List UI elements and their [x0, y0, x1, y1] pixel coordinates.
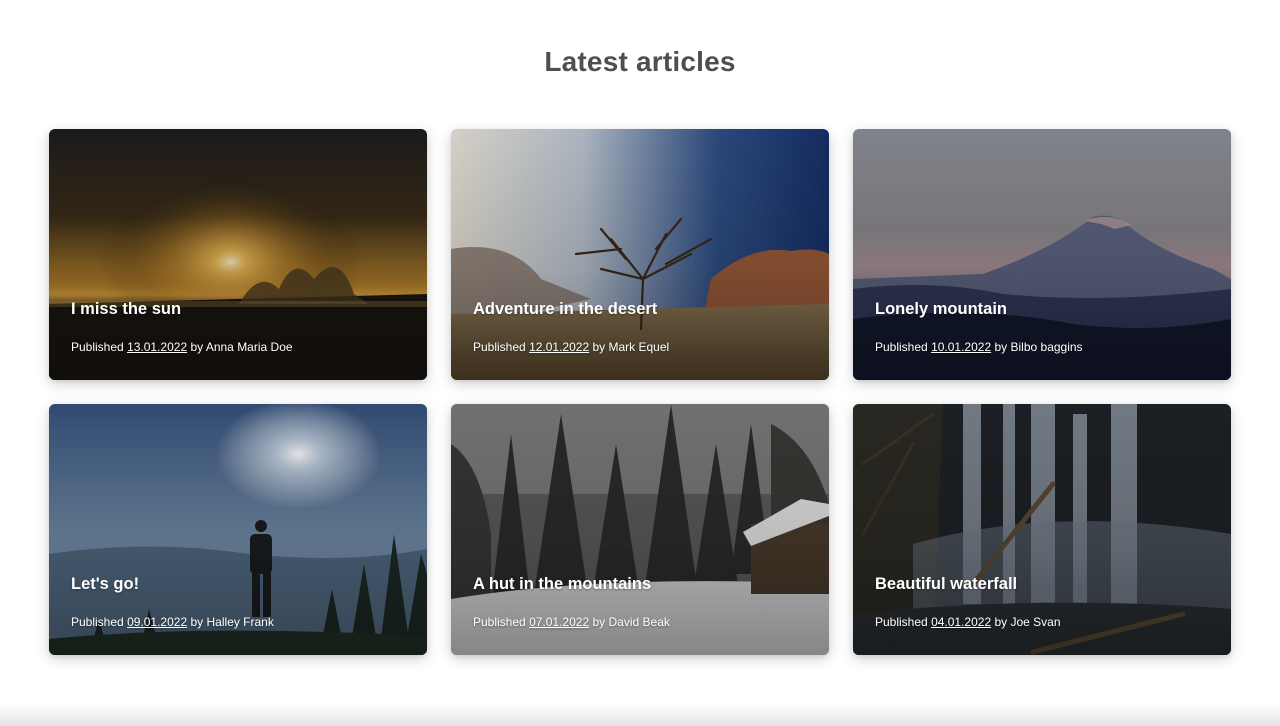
by-label: by [592, 340, 606, 354]
articles-page: Latest articles I miss the sun Published… [0, 0, 1280, 726]
article-author: Mark Equel [608, 340, 670, 354]
article-author: Joe Svan [1010, 615, 1061, 629]
article-card[interactable]: I miss the sun Published 13.01.2022 by A… [49, 129, 427, 380]
article-date-link[interactable]: 12.01.2022 [529, 340, 589, 354]
article-date-link[interactable]: 13.01.2022 [127, 340, 187, 354]
by-label: by [190, 615, 204, 629]
article-meta: Published 07.01.2022 by David Beak [473, 615, 670, 629]
bottom-fade [0, 704, 1280, 726]
article-author: David Beak [608, 615, 670, 629]
article-meta: Published 12.01.2022 by Mark Equel [473, 340, 669, 354]
published-label: Published [71, 340, 124, 354]
article-card[interactable]: Let's go! Published 09.01.2022 by Halley… [49, 404, 427, 655]
article-author: Bilbo baggins [1010, 340, 1083, 354]
articles-grid: I miss the sun Published 13.01.2022 by A… [49, 129, 1231, 655]
article-card[interactable]: Beautiful waterfall Published 04.01.2022… [853, 404, 1231, 655]
published-label: Published [473, 340, 526, 354]
article-date-link[interactable]: 04.01.2022 [931, 615, 991, 629]
article-author: Anna Maria Doe [205, 340, 293, 354]
article-date-link[interactable]: 09.01.2022 [127, 615, 187, 629]
article-title: Beautiful waterfall [875, 575, 1018, 593]
article-card[interactable]: Adventure in the desert Published 12.01.… [451, 129, 829, 380]
by-label: by [994, 615, 1008, 629]
by-label: by [994, 340, 1008, 354]
article-meta: Published 09.01.2022 by Halley Frank [71, 615, 274, 629]
published-label: Published [875, 340, 928, 354]
published-label: Published [875, 615, 928, 629]
article-title: A hut in the mountains [473, 575, 652, 593]
article-title: I miss the sun [71, 300, 182, 318]
article-date-link[interactable]: 10.01.2022 [931, 340, 991, 354]
published-label: Published [473, 615, 526, 629]
article-title: Adventure in the desert [473, 300, 658, 318]
article-author: Halley Frank [206, 615, 274, 629]
article-card[interactable]: A hut in the mountains Published 07.01.2… [451, 404, 829, 655]
published-label: Published [71, 615, 124, 629]
article-meta: Published 10.01.2022 by Bilbo baggins [875, 340, 1083, 354]
by-label: by [592, 615, 606, 629]
section-title: Latest articles [544, 46, 736, 77]
article-title: Lonely mountain [875, 300, 1007, 318]
article-card[interactable]: Lonely mountain Published 10.01.2022 by … [853, 129, 1231, 380]
article-meta: Published 13.01.2022 by Anna Maria Doe [71, 340, 293, 354]
article-date-link[interactable]: 07.01.2022 [529, 615, 589, 629]
article-meta: Published 04.01.2022 by Joe Svan [875, 615, 1061, 629]
article-title: Let's go! [71, 575, 140, 593]
by-label: by [190, 340, 204, 354]
